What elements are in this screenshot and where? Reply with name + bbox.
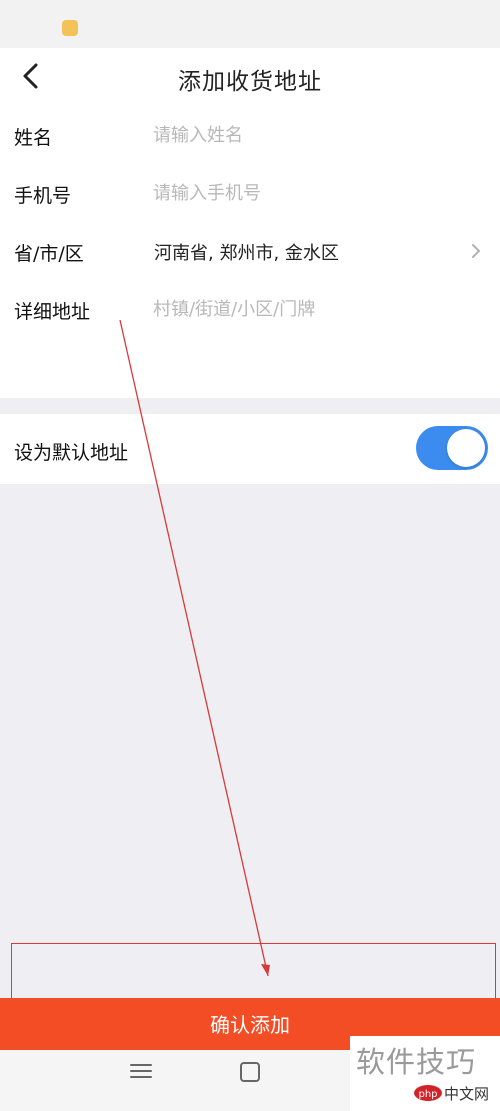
name-row: 姓名 [0, 106, 500, 164]
address-form: 姓名 手机号 省/市/区 河南省, 郑州市, 金水区 详细地址 [0, 106, 500, 398]
top-bar: 添加收货地址 [0, 48, 500, 106]
watermark: 软件技巧 php 中文网 [350, 1036, 500, 1111]
page-title: 添加收货地址 [178, 69, 322, 95]
chevron-right-icon [472, 244, 480, 258]
region-value: 河南省, 郑州市, 金水区 [154, 243, 339, 264]
default-address-label: 设为默认地址 [14, 442, 129, 464]
detail-address-input[interactable] [153, 294, 473, 324]
watermark-top-text: 软件技巧 [356, 1045, 477, 1079]
svg-text:php: php [418, 1089, 437, 1100]
svg-text:中文网: 中文网 [444, 1085, 489, 1103]
notification-app-icon [62, 20, 78, 36]
watermark-logo: php 中文网 [414, 1085, 489, 1103]
detail-address-row: 详细地址 [0, 280, 500, 338]
status-bar [0, 0, 500, 48]
region-row[interactable]: 省/市/区 河南省, 郑州市, 金水区 [0, 222, 500, 280]
menu-icon[interactable] [130, 1062, 152, 1080]
region-label: 省/市/区 [14, 243, 84, 265]
phone-label: 手机号 [14, 185, 72, 207]
detail-address-label: 详细地址 [14, 301, 91, 323]
default-address-toggle[interactable] [416, 426, 488, 470]
phone-input[interactable] [153, 178, 473, 208]
name-label: 姓名 [14, 127, 53, 149]
toggle-knob [447, 429, 485, 467]
phone-row: 手机号 [0, 164, 500, 222]
default-address-row: 设为默认地址 [0, 414, 500, 484]
home-icon[interactable] [240, 1062, 260, 1082]
name-input[interactable] [153, 120, 473, 150]
